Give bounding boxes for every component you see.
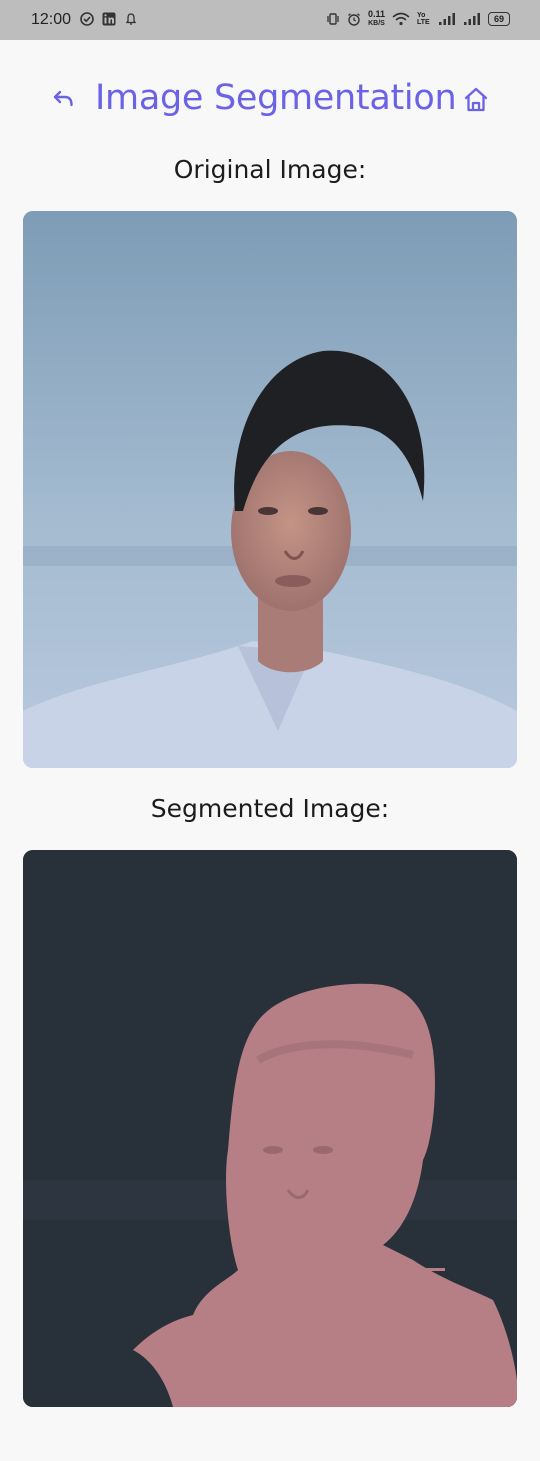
notification-bell-icon — [125, 13, 137, 25]
original-image — [23, 211, 517, 768]
check-circle-icon — [80, 12, 94, 26]
home-icon[interactable] — [460, 84, 492, 116]
segmented-image-label: Segmented Image: — [150, 794, 390, 823]
page-title: Image Segmentation — [95, 78, 457, 118]
battery-indicator: 69 — [488, 12, 510, 26]
segmented-image — [23, 850, 517, 1407]
network-type: Yo LTE — [417, 12, 430, 26]
signal-strength-icon — [464, 13, 480, 25]
app-header: Image Segmentation — [0, 78, 540, 122]
alarm-icon — [348, 13, 360, 26]
vibrate-icon — [327, 13, 339, 25]
linkedin-icon — [102, 12, 116, 26]
signal-strength-icon — [439, 13, 455, 25]
network-speed-unit: KB/S — [368, 20, 385, 27]
original-image-label: Original Image: — [173, 155, 367, 184]
status-time: 12:00 — [31, 11, 72, 28]
back-arrow-icon[interactable] — [50, 84, 80, 114]
network-speed-value: 0.11 — [367, 9, 385, 19]
status-bar: 12:00 0.11 KB/S Yo LTE 69 — [0, 0, 540, 40]
network-speed: 0.11 KB/S — [368, 10, 385, 28]
wifi-icon — [392, 12, 410, 26]
